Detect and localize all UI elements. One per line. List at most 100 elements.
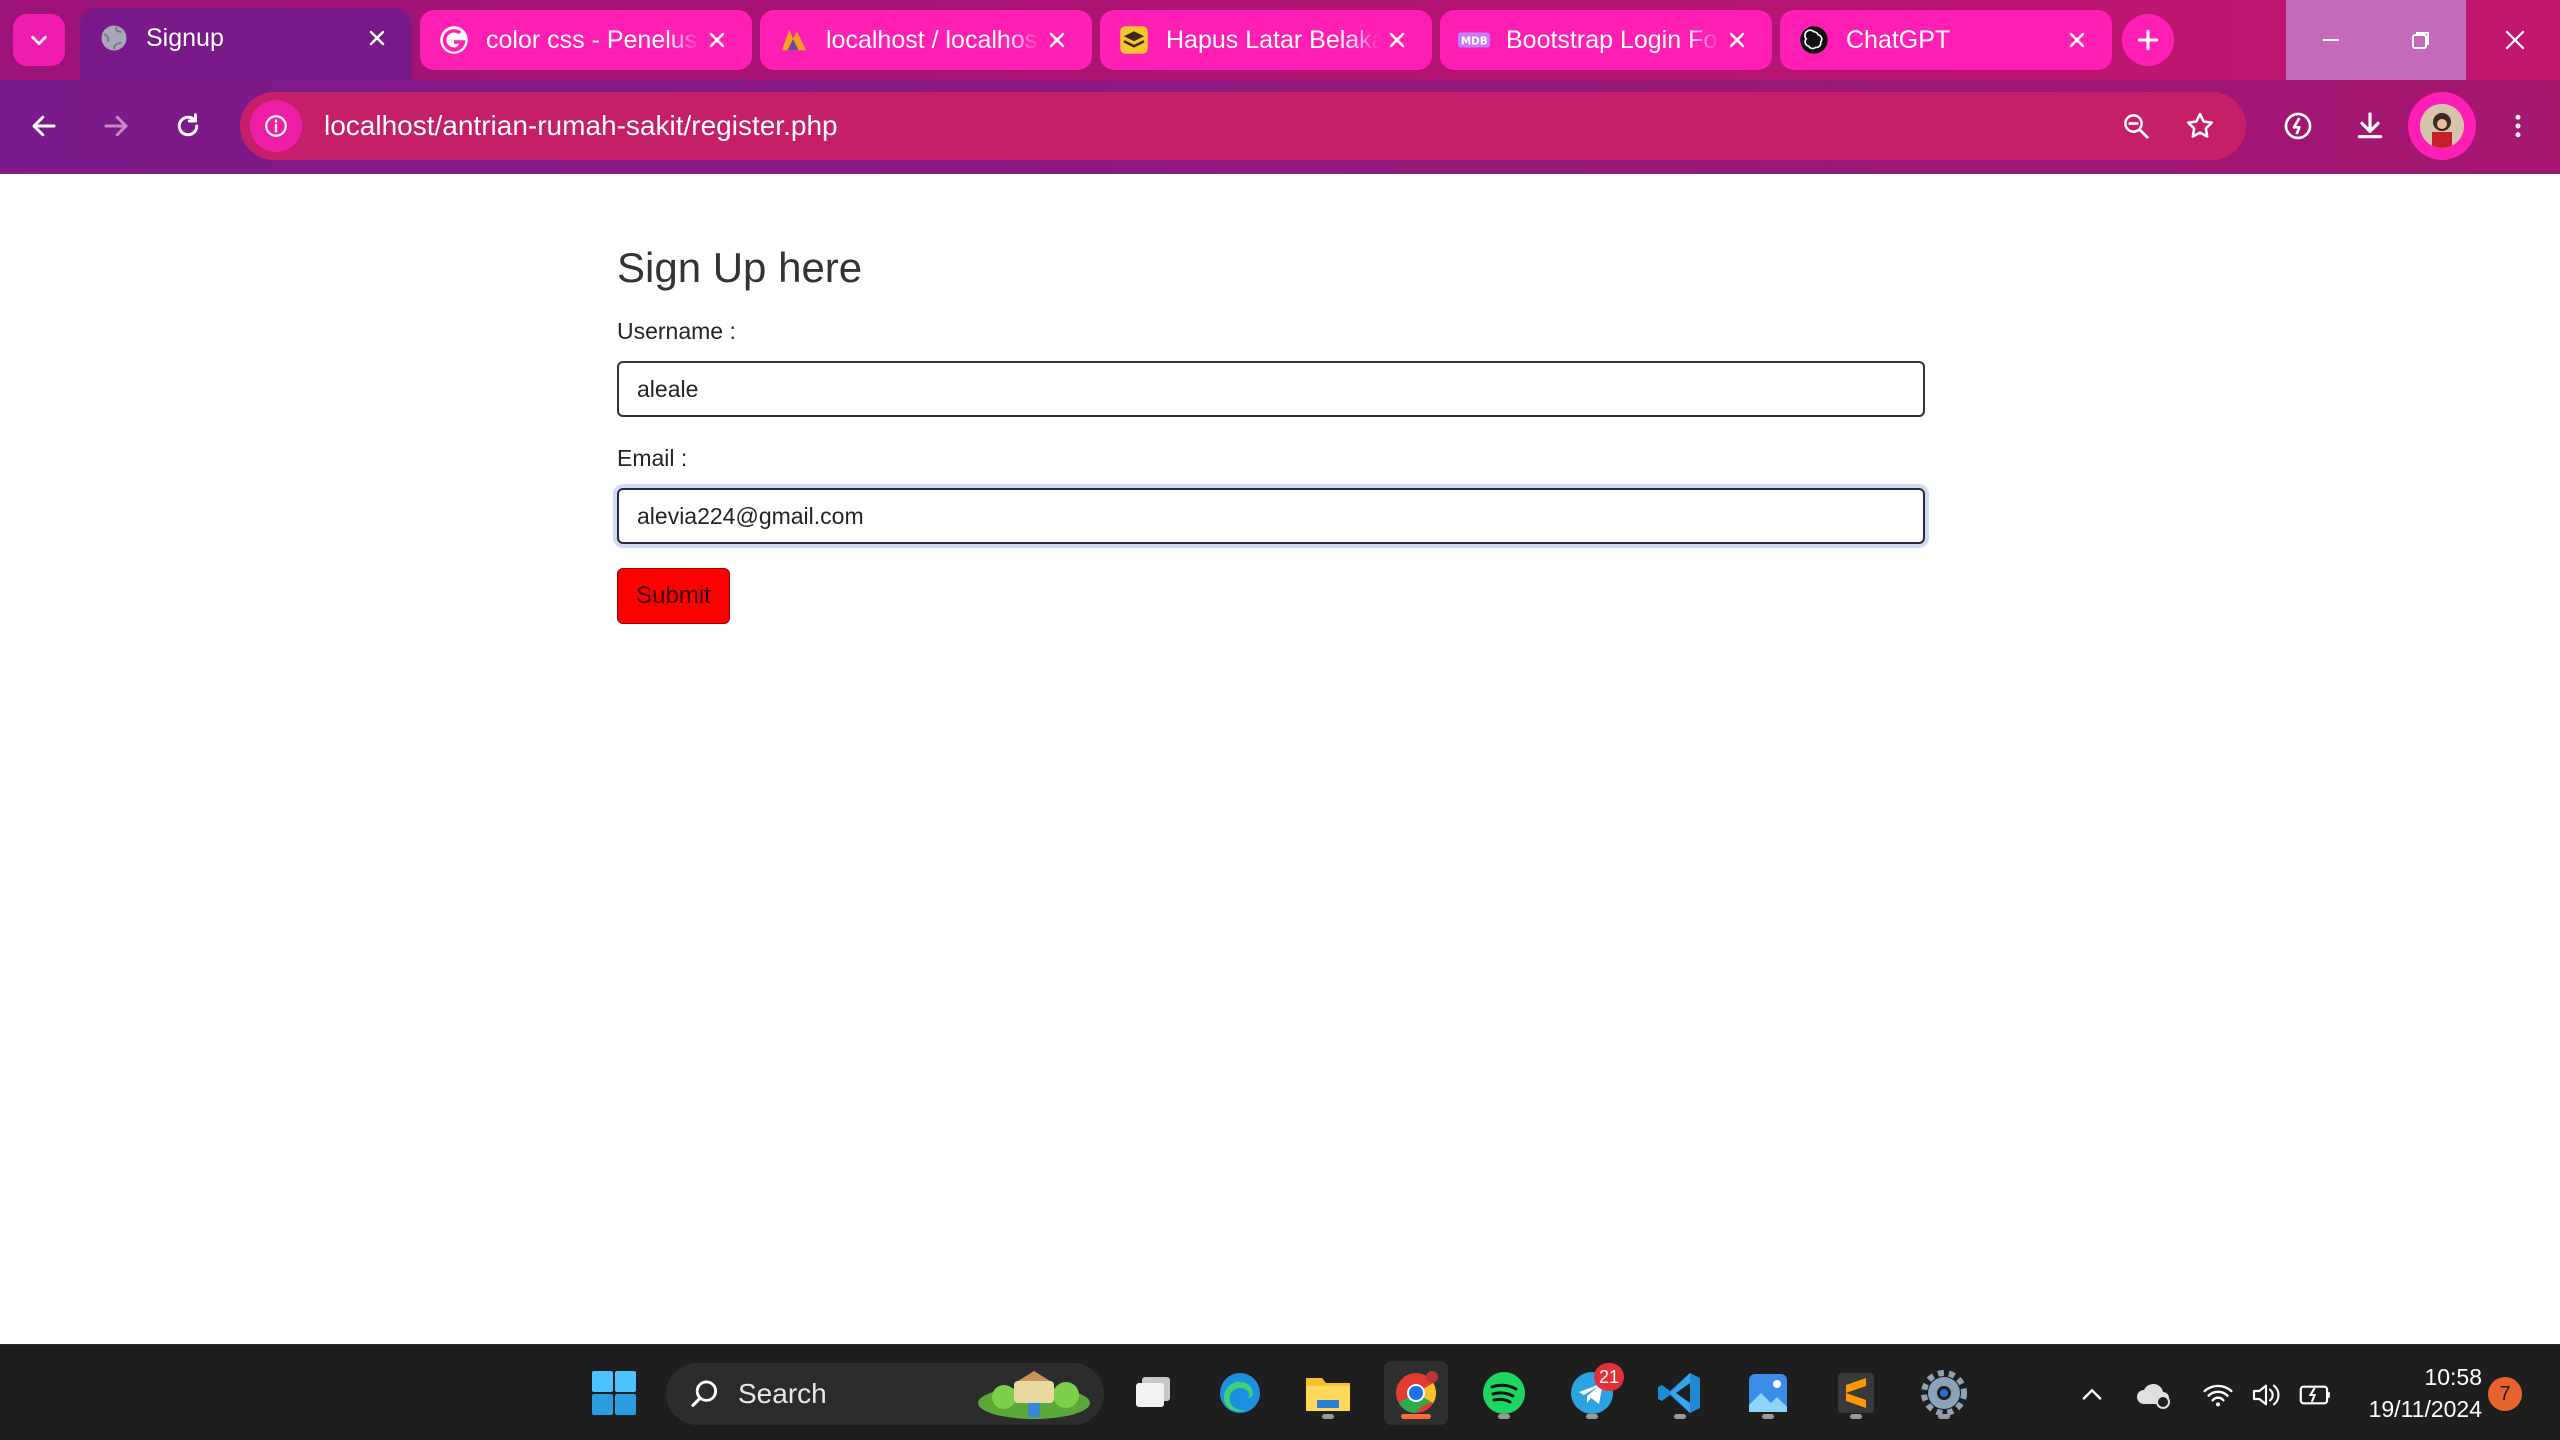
submit-button[interactable]: Submit [617, 568, 730, 624]
more-vertical-icon [2515, 114, 2521, 138]
spotify-button[interactable] [1472, 1361, 1536, 1425]
close-icon[interactable] [2060, 23, 2094, 57]
arrow-left-icon [32, 115, 56, 137]
file-explorer-icon [1306, 1378, 1350, 1411]
email-input[interactable] [617, 488, 1925, 544]
forward-button[interactable] [88, 98, 144, 154]
tab-title: Signup [146, 23, 224, 52]
info-icon [265, 115, 287, 137]
sublime-text-button[interactable] [1824, 1361, 1888, 1425]
close-icon[interactable] [1380, 23, 1414, 57]
address-bar[interactable]: localhost/antrian-rumah-sakit/register.p… [240, 92, 2246, 160]
username-input[interactable] [617, 361, 1925, 417]
edge-button[interactable] [1208, 1361, 1272, 1425]
windows-taskbar: Search 21 10:58 19/11/2024 7 [0, 1344, 2560, 1440]
tab-title: Hapus Latar Belakang [1166, 25, 1380, 54]
tab-signup[interactable]: Signup [80, 8, 412, 80]
system-clock[interactable]: 10:58 19/11/2024 [2348, 1361, 2482, 1425]
minimize-icon [2323, 39, 2339, 41]
browser-tab-strip: Signup color css - Penelusuran Google lo… [0, 0, 2560, 80]
cloud-sync-icon [2137, 1383, 2170, 1409]
globe-icon [98, 22, 130, 54]
onedrive-tray[interactable] [2134, 1375, 2174, 1415]
menu-button[interactable] [2490, 98, 2546, 154]
restore-icon [2412, 32, 2429, 49]
search-icon [691, 1380, 718, 1407]
file-explorer-button[interactable] [1296, 1361, 1360, 1425]
photos-icon [1749, 1374, 1787, 1412]
tab-title: ChatGPT [1846, 25, 1951, 54]
sublime-text-icon [1838, 1373, 1874, 1413]
url-text[interactable]: localhost/antrian-rumah-sakit/register.p… [324, 110, 2108, 142]
layers-icon [1118, 24, 1150, 56]
reload-button[interactable] [160, 98, 216, 154]
telegram-badge: 21 [1594, 1363, 1624, 1391]
download-icon [2357, 112, 2383, 139]
performance-button[interactable] [2270, 98, 2326, 154]
page-viewport: Sign Up here Username : Email : Submit [0, 174, 2560, 1344]
site-info-button[interactable] [250, 100, 302, 152]
search-highlight-icon [978, 1371, 1090, 1419]
start-button[interactable] [582, 1361, 646, 1425]
email-label: Email : [617, 445, 688, 471]
chrome-button[interactable] [1384, 1361, 1448, 1425]
page-title: Sign Up here [617, 244, 863, 291]
back-button[interactable] [16, 98, 72, 154]
chrome-icon [1396, 1371, 1438, 1413]
wifi-icon [2203, 1384, 2233, 1407]
zoom-button[interactable] [2108, 98, 2164, 154]
downloads-button[interactable] [2342, 98, 2398, 154]
photos-button[interactable] [1736, 1361, 1800, 1425]
task-view-button[interactable] [1122, 1361, 1186, 1425]
tab-title: color css - Penelusuran Google [486, 25, 700, 54]
clock-time: 10:58 [2424, 1364, 2482, 1390]
new-tab-button[interactable] [2122, 14, 2174, 66]
phpmyadmin-icon [778, 24, 810, 56]
tab-hapus-latar[interactable]: Hapus Latar Belakang [1100, 10, 1432, 70]
telegram-button[interactable]: 21 [1560, 1361, 1624, 1425]
google-icon [438, 24, 470, 56]
minimize-button[interactable] [2286, 0, 2376, 80]
taskbar-search[interactable]: Search [666, 1363, 1104, 1425]
battery-charging-icon [2299, 1385, 2330, 1405]
tab-color-css[interactable]: color css - Penelusuran Google [420, 10, 752, 70]
spotify-icon [1483, 1372, 1525, 1414]
settings-button[interactable] [1912, 1361, 1976, 1425]
username-label: Username : [617, 318, 736, 344]
tab-title: Bootstrap Login Form [1506, 25, 1720, 54]
vscode-icon [1658, 1373, 1700, 1413]
volume-tray[interactable] [2246, 1375, 2286, 1415]
tab-chatgpt[interactable]: ChatGPT [1780, 10, 2112, 70]
plus-icon [2137, 29, 2159, 51]
close-icon[interactable] [1720, 23, 1754, 57]
close-icon[interactable] [1040, 23, 1074, 57]
chevron-up-icon [2082, 1388, 2102, 1400]
settings-icon [1921, 1370, 1967, 1416]
tab-search-button[interactable] [13, 14, 65, 66]
zoom-out-icon [2124, 114, 2149, 139]
openai-icon [1798, 24, 1830, 56]
star-icon [2187, 112, 2213, 138]
browser-toolbar: localhost/antrian-rumah-sakit/register.p… [0, 80, 2560, 172]
speedometer-icon [2284, 112, 2312, 140]
battery-tray[interactable] [2296, 1375, 2336, 1415]
wifi-tray[interactable] [2198, 1375, 2238, 1415]
close-window-button[interactable] [2470, 0, 2560, 80]
edge-icon [1220, 1373, 1260, 1413]
close-icon[interactable] [360, 21, 394, 55]
tab-bootstrap-login[interactable]: MDB Bootstrap Login Form [1440, 10, 1772, 70]
speaker-icon [2252, 1384, 2280, 1406]
profile-avatar[interactable] [2408, 92, 2476, 160]
tab-title: localhost / localhost / phpMyAdmin [826, 25, 1040, 54]
show-hidden-icons-button[interactable] [2072, 1375, 2112, 1415]
avatar-image [2420, 104, 2464, 148]
chevron-down-icon [31, 35, 47, 46]
close-icon[interactable] [700, 23, 734, 57]
notification-badge[interactable]: 7 [2488, 1377, 2522, 1411]
bookmark-button[interactable] [2172, 98, 2228, 154]
tab-phpmyadmin[interactable]: localhost / localhost / phpMyAdmin [760, 10, 1092, 70]
svg-text:MDB: MDB [1461, 36, 1488, 48]
mdb-icon: MDB [1458, 24, 1490, 56]
restore-button[interactable] [2376, 0, 2466, 80]
vscode-button[interactable] [1648, 1361, 1712, 1425]
